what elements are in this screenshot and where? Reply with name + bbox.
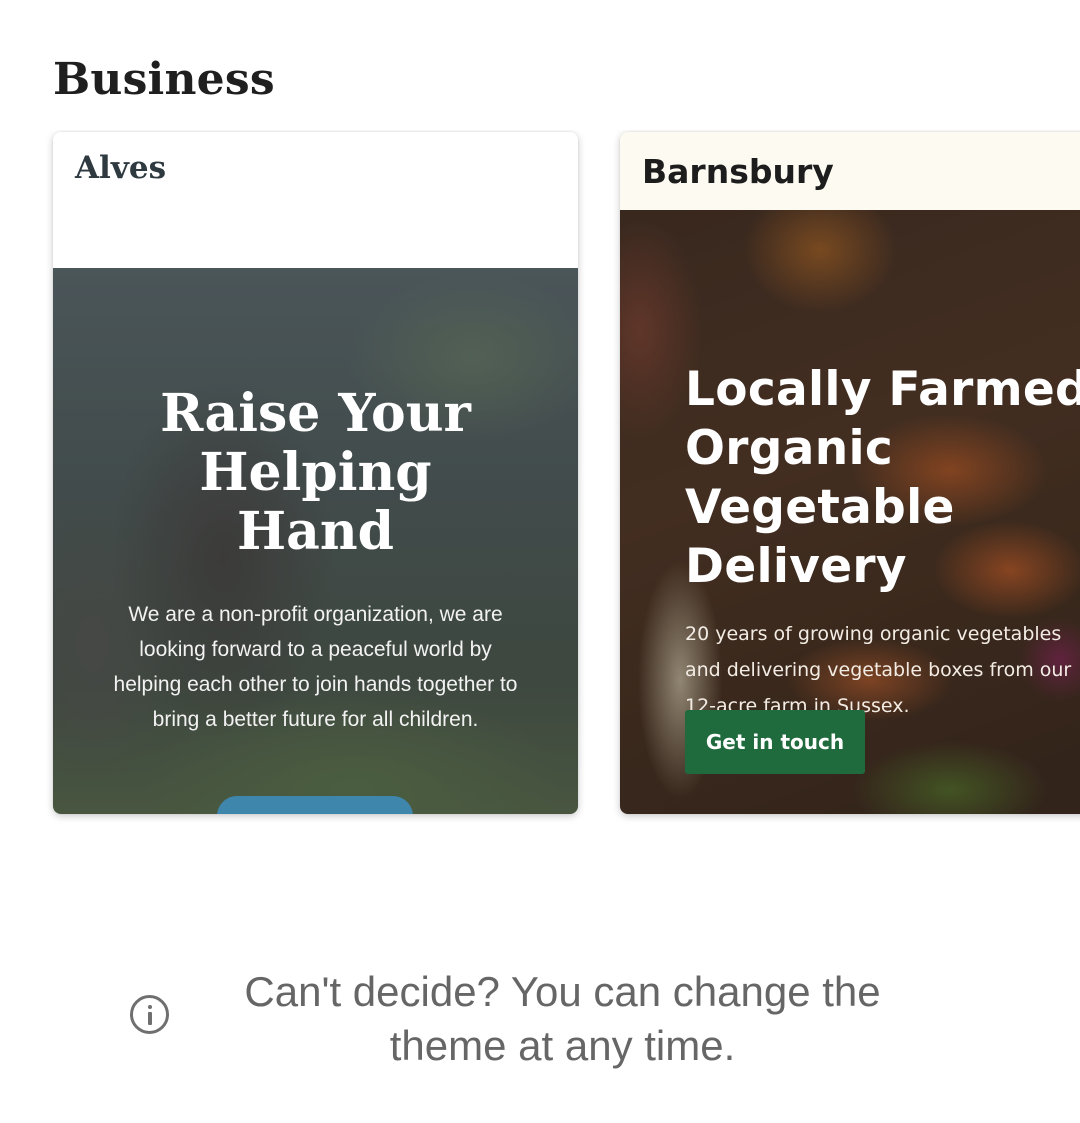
theme-preview-hero-image: Raise Your Helping Hand We are a non-pro… [53,268,578,814]
theme-name: Barnsbury [642,152,834,191]
theme-carousel[interactable]: Alves Raise Your Helping Hand We are a n… [0,130,1080,830]
theme-name: Alves [75,150,167,186]
section-title: Business [53,54,275,105]
theme-preview-button [217,796,413,814]
theme-card-alves[interactable]: Alves Raise Your Helping Hand We are a n… [53,132,578,814]
theme-preview-heading: Raise Your Helping Hand [160,383,471,562]
theme-preview-content: Locally Farmed Organic Vegetable Deliver… [685,360,1080,724]
theme-card-barnsbury[interactable]: Barnsbury Locally Farmed Organic Vegetab… [620,132,1080,814]
info-text: Can't decide? You can change the theme a… [244,968,881,1069]
theme-preview-description: 20 years of growing organic vegetables a… [685,623,1072,717]
theme-preview-header: Barnsbury [620,132,1080,210]
info-icon [130,995,169,1034]
theme-preview-button: Get in touch [685,710,865,774]
theme-preview-description: We are a non-profit organization, we are… [113,603,518,731]
theme-preview-heading: Locally Farmed Organic Vegetable Deliver… [685,362,1080,594]
theme-preview-header: Alves [53,132,578,268]
theme-info-note: Can't decide? You can change the theme a… [0,965,1080,1075]
theme-preview-content: Raise Your Helping Hand We are a non-pro… [53,384,578,737]
